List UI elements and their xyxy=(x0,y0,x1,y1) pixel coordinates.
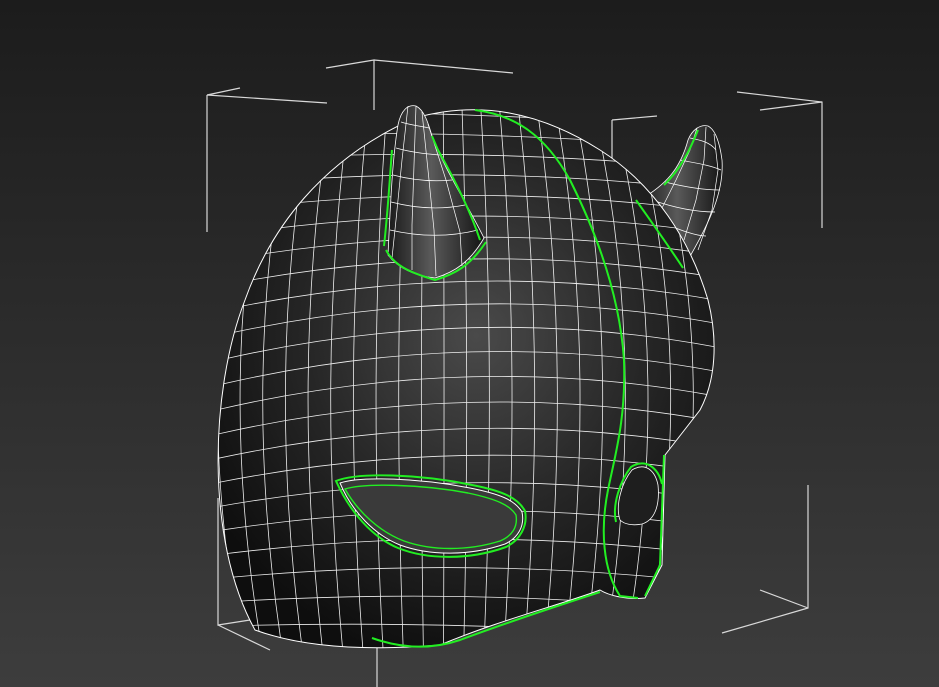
viewport-canvas[interactable] xyxy=(0,0,939,687)
perspective-viewport[interactable] xyxy=(0,0,939,687)
